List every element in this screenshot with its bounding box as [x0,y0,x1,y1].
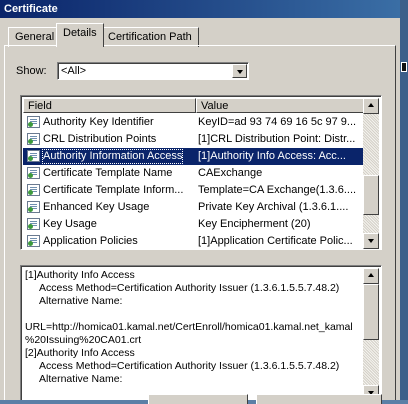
detail-line: URL=http://homica01.kamal.net/CertEnroll… [25,321,353,333]
field-value: CAExchange [198,167,263,179]
field-value: Template=CA Exchange(1.3.6.... [198,184,357,196]
scroll-up-button[interactable] [363,98,379,114]
field-name: Key Usage [43,218,97,230]
list-item[interactable]: Application Policies [1]Application Cert… [23,233,364,249]
show-label: Show: [16,65,47,77]
list-item[interactable]: CRL Distribution Points [1]CRL Distribut… [23,131,364,148]
certificate-field-icon [27,133,40,145]
list-item[interactable]: Certificate Template Name CAExchange [23,165,364,182]
details-scrollbar[interactable] [363,268,379,400]
scroll-thumb[interactable] [363,284,379,340]
edit-properties-button[interactable] [148,394,248,404]
field-value: [1]Authority Info Access: Acc... [198,150,346,162]
field-value: [1]Application Certificate Polic... [198,235,353,247]
detail-line: [1]Authority Info Access [25,269,135,281]
field-name: Certificate Template Inform... [43,184,184,196]
chevron-down-icon [237,70,243,74]
show-dropdown-value: <All> [61,65,87,77]
certificate-field-icon [27,218,40,230]
list-item[interactable]: Certificate Template Inform... Template=… [23,182,364,199]
window-edge-marker [401,62,407,72]
arrow-down-icon [368,239,374,243]
value-details-textbox[interactable]: [1]Authority Info Access Access Method=C… [20,265,382,400]
copy-to-file-button[interactable] [256,394,382,404]
list-item[interactable]: Key Usage Key Encipherment (20) [23,216,364,233]
scroll-thumb[interactable] [363,175,379,215]
tab-certification-path-label: Certification Path [108,31,192,43]
column-header-value-label: Value [201,100,229,112]
detail-line: Alternative Name: [25,295,123,307]
show-dropdown[interactable]: <All> [57,62,249,80]
detail-line: [2]Authority Info Access [25,347,135,359]
certificate-field-icon [27,167,40,179]
detail-line: %20Issuing%20CA01.crt [25,334,142,346]
list-scrollbar[interactable] [363,98,379,249]
list-item-selected[interactable]: Authority Information Access [1]Authorit… [23,148,364,165]
tab-general[interactable]: General [8,27,62,47]
detail-line: Access Method=Certification Authority Is… [25,360,340,372]
certificate-dialog: Certificate General Details Certificatio… [0,0,400,404]
tab-certification-path[interactable]: Certification Path [101,27,199,47]
tab-details-label: Details [63,27,97,39]
field-name: Enhanced Key Usage [43,201,150,213]
certificate-field-icon [27,184,40,196]
field-name: CRL Distribution Points [43,133,157,145]
tab-details[interactable]: Details [56,23,104,47]
certificate-field-icon [27,116,40,128]
scroll-up-button[interactable] [363,268,379,284]
field-value: [1]CRL Distribution Point: Distr... [198,133,356,145]
certificate-field-icon [27,235,40,247]
scroll-down-button[interactable] [363,233,379,249]
column-header-field[interactable]: Field [23,98,196,113]
certificate-field-icon [27,150,40,162]
arrow-up-icon [368,103,374,107]
fields-list[interactable]: Field Value Authority Key Identifier Key… [20,95,382,250]
column-header-value[interactable]: Value [196,98,365,113]
field-name: Certificate Template Name [43,167,173,179]
field-name: Authority Key Identifier [43,116,154,128]
background-window-edge [400,0,408,400]
dropdown-button[interactable] [232,64,247,78]
tab-general-label: General [15,31,55,43]
list-item[interactable]: Authority Key Identifier KeyID=ad 93 74 … [23,114,364,131]
window-title[interactable]: Certificate [0,0,400,18]
field-value: KeyID=ad 93 74 69 16 5c 97 9... [198,116,357,128]
column-header-field-label: Field [28,100,52,112]
field-value: Key Encipherment (20) [198,218,311,230]
list-item[interactable]: Enhanced Key Usage Private Key Archival … [23,199,364,216]
field-value: Private Key Archival (1.3.6.1.... [198,201,349,213]
certificate-field-icon [27,201,40,213]
arrow-up-icon [368,273,374,277]
detail-line: Access Method=Certification Authority Is… [25,282,340,294]
field-name: Authority Information Access [41,149,184,164]
field-name: Application Policies [43,235,138,247]
detail-line: Alternative Name: [25,373,123,385]
